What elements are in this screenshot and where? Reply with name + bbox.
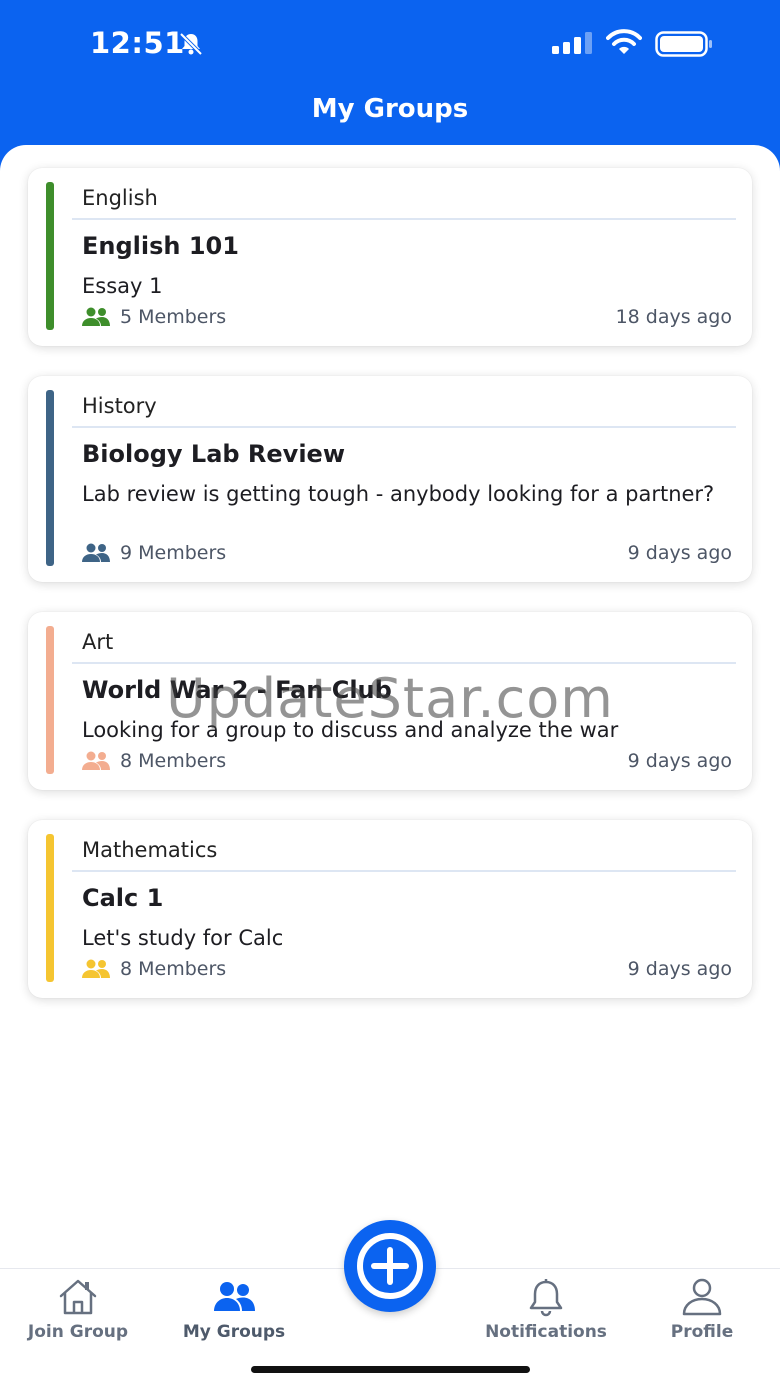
time-ago: 9 days ago bbox=[627, 750, 732, 772]
group-description: Lab review is getting tough - anybody lo… bbox=[82, 482, 715, 506]
time-ago: 9 days ago bbox=[627, 958, 732, 980]
card-accent-bar bbox=[46, 390, 54, 566]
tab-label: My Groups bbox=[182, 1322, 286, 1342]
wifi-icon bbox=[606, 29, 642, 54]
group-category: English bbox=[82, 186, 158, 210]
members-count: 8 Members bbox=[120, 958, 227, 980]
group-title: Biology Lab Review bbox=[82, 440, 346, 468]
tab-label: Profile bbox=[670, 1322, 734, 1342]
tab-join-group[interactable]: Join Group bbox=[0, 1269, 156, 1349]
divider bbox=[72, 870, 736, 872]
card-accent-bar bbox=[46, 834, 54, 982]
group-card[interactable]: Art World War 2 - Fan Club Looking for a… bbox=[28, 612, 752, 790]
status-bar: 12:51 bbox=[0, 0, 780, 88]
members-count: 9 Members bbox=[120, 542, 227, 564]
group-description: Looking for a group to discuss and analy… bbox=[82, 718, 619, 742]
battery-icon bbox=[655, 31, 712, 57]
card-footer: 8 Members 9 days ago bbox=[82, 750, 732, 774]
group-title: Calc 1 bbox=[82, 884, 164, 912]
create-group-button[interactable] bbox=[344, 1220, 436, 1312]
divider bbox=[72, 426, 736, 428]
status-time: 12:51 bbox=[90, 26, 185, 60]
users-icon bbox=[82, 751, 110, 770]
page-title: My Groups bbox=[311, 94, 469, 124]
users-icon bbox=[82, 307, 110, 326]
tab-my-groups[interactable]: My Groups bbox=[156, 1269, 312, 1349]
plus-circle-icon bbox=[357, 1233, 423, 1299]
tab-label: Notifications bbox=[485, 1322, 607, 1342]
users-icon bbox=[214, 1282, 255, 1311]
divider bbox=[72, 218, 736, 220]
group-category: History bbox=[82, 394, 157, 418]
tab-notifications[interactable]: Notifications bbox=[468, 1269, 624, 1349]
card-accent-bar bbox=[46, 182, 54, 330]
home-indicator bbox=[251, 1366, 530, 1373]
bell-icon bbox=[529, 1279, 563, 1317]
members-count: 8 Members bbox=[120, 750, 227, 772]
group-title: World War 2 - Fan Club bbox=[82, 676, 392, 704]
bell-slash-icon bbox=[179, 32, 203, 56]
card-footer: 5 Members 18 days ago bbox=[82, 306, 732, 330]
card-accent-bar bbox=[46, 626, 54, 774]
divider bbox=[72, 662, 736, 664]
tab-label: Join Group bbox=[27, 1322, 129, 1342]
group-card[interactable]: English English 101 Essay 1 5 Members 18… bbox=[28, 168, 752, 346]
home-icon bbox=[59, 1279, 97, 1315]
card-footer: 9 Members 9 days ago bbox=[82, 542, 732, 566]
user-icon bbox=[682, 1278, 722, 1316]
time-ago: 18 days ago bbox=[615, 306, 732, 328]
group-category: Mathematics bbox=[82, 838, 218, 862]
tab-profile[interactable]: Profile bbox=[624, 1269, 780, 1349]
group-category: Art bbox=[82, 630, 114, 654]
group-card[interactable]: History Biology Lab Review Lab review is… bbox=[28, 376, 752, 582]
users-icon bbox=[82, 959, 110, 978]
group-card[interactable]: Mathematics Calc 1 Let's study for Calc … bbox=[28, 820, 752, 998]
members-count: 5 Members bbox=[120, 306, 227, 328]
time-ago: 9 days ago bbox=[627, 542, 732, 564]
cellular-signal-icon bbox=[552, 32, 592, 54]
users-icon bbox=[82, 543, 110, 562]
group-title: English 101 bbox=[82, 232, 239, 260]
group-description: Let's study for Calc bbox=[82, 926, 284, 950]
group-description: Essay 1 bbox=[82, 274, 163, 298]
card-footer: 8 Members 9 days ago bbox=[82, 958, 732, 982]
